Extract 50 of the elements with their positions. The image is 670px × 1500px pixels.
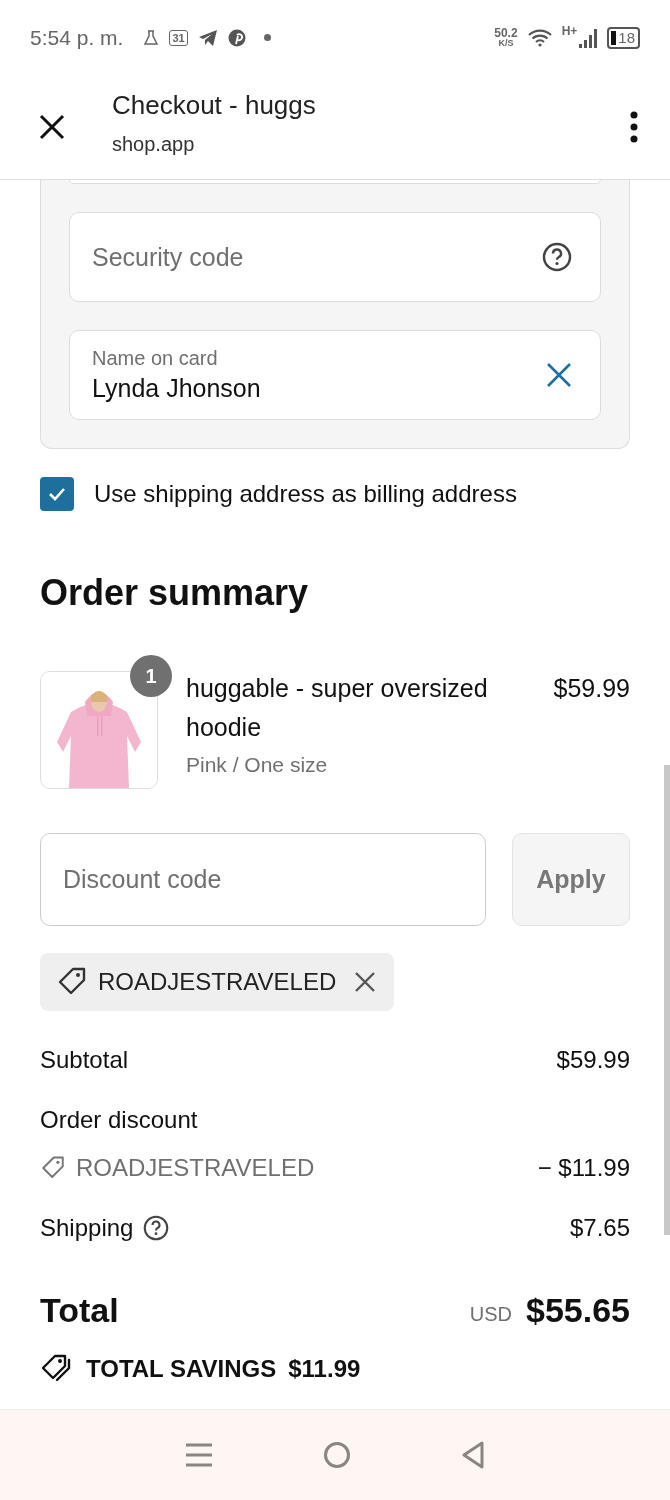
total-label: Total — [40, 1291, 119, 1330]
discount-code: ROADJESTRAVELED — [76, 1154, 315, 1182]
help-icon[interactable] — [542, 242, 572, 272]
product-price: $59.99 — [553, 673, 630, 704]
line-label: Subtotal — [40, 1046, 129, 1074]
calendar-icon: 31 — [169, 29, 188, 46]
product-name: huggable - super oversized hoodie — [186, 673, 489, 743]
status-time: 5:54 p. m. — [30, 25, 124, 50]
savings-label: TOTAL SAVINGS — [86, 1355, 277, 1383]
home-icon[interactable] — [323, 1441, 351, 1469]
field-value: Lynda Jhonson — [92, 374, 261, 403]
wifi-icon — [527, 28, 552, 47]
page-title: Checkout - huggs — [112, 90, 317, 121]
line-amount: $7.65 — [569, 1214, 630, 1242]
site-address: shop.app — [112, 133, 196, 156]
quantity-badge: 1 — [130, 655, 172, 697]
product-variant: Pink / One size — [186, 753, 329, 777]
notification-dot-icon — [263, 34, 271, 41]
paper-plane-icon — [197, 28, 218, 47]
checkbox-label: Use shipping address as billing address — [94, 480, 517, 508]
tag-icon — [40, 1155, 66, 1181]
battery-indicator: 18 — [607, 26, 640, 49]
remove-icon[interactable] — [354, 971, 377, 993]
more-options-icon[interactable] — [630, 111, 638, 143]
section-heading: Order summary — [40, 571, 310, 615]
placeholder-text: Security code — [92, 242, 244, 272]
savings-amount: $11.99 — [288, 1355, 361, 1383]
network-type: H+ — [561, 24, 578, 38]
menu-icon[interactable] — [185, 1442, 213, 1468]
line-label: Order discount — [40, 1106, 198, 1134]
network-speed: 50.2 — [494, 27, 518, 39]
discount-field[interactable]: Discount code — [40, 833, 486, 926]
discount-code: ROADJESTRAVELED — [98, 968, 337, 996]
input-field[interactable]: Security code — [69, 212, 601, 302]
currency-code: USD — [469, 1303, 512, 1326]
line-label: Shipping — [40, 1214, 134, 1242]
line-amount: − $11.99 — [537, 1154, 630, 1182]
total-amount: $55.65 — [526, 1291, 630, 1330]
field-label: Name on card — [92, 347, 219, 370]
help-icon[interactable] — [143, 1215, 170, 1241]
back-icon[interactable] — [461, 1441, 485, 1469]
input-field[interactable]: Name on card Lynda Jhonson — [69, 330, 601, 420]
line-amount: $59.99 — [556, 1046, 630, 1074]
pin-logo-icon — [227, 28, 246, 47]
close-icon[interactable] — [38, 113, 66, 141]
speed-unit: K/S — [498, 39, 514, 48]
checkbox[interactable] — [40, 477, 74, 511]
clear-icon[interactable] — [546, 362, 572, 388]
flask-icon — [143, 28, 160, 47]
signal-icon — [579, 27, 598, 48]
